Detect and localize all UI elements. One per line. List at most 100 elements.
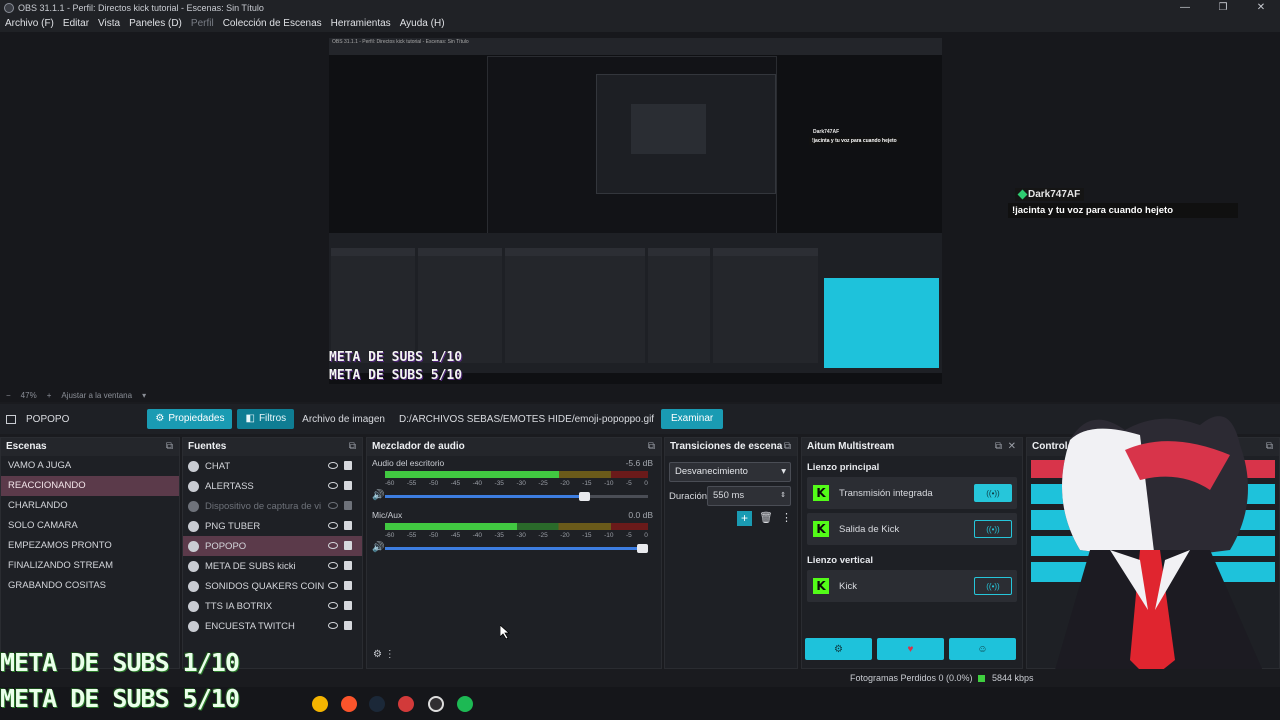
browser-source-icon <box>188 460 199 472</box>
lock-icon[interactable] <box>344 561 352 570</box>
dock-float-icon[interactable]: ⧉ <box>995 438 1002 456</box>
zoom-fit-select[interactable]: Ajustar a la ventana <box>61 391 132 400</box>
volume-knob[interactable] <box>579 492 591 501</box>
dock-float-icon[interactable]: ⧉ <box>648 438 655 456</box>
source-item[interactable]: SONIDOS QUAKERS COIN <box>183 576 362 596</box>
source-item[interactable]: CHAT <box>183 456 362 476</box>
eye-hidden-icon[interactable] <box>328 502 338 509</box>
multistream-discord-button[interactable]: ☺ <box>949 638 1016 660</box>
transition-select[interactable]: Desvanecimiento ▾ <box>669 462 791 482</box>
eye-icon[interactable] <box>328 542 338 549</box>
tick: -35 <box>494 532 504 539</box>
speaker-icon[interactable]: 🔊 <box>372 542 384 553</box>
menu-vista[interactable]: Vista <box>98 18 120 29</box>
source-item[interactable]: Dispositivo de captura de vi <box>183 496 362 516</box>
eye-icon[interactable] <box>328 462 338 469</box>
steam-icon[interactable] <box>369 696 385 712</box>
properties-button[interactable]: ⚙ Propiedades <box>147 409 233 429</box>
filters-button[interactable]: ◧ Filtros <box>237 409 295 429</box>
scene-item[interactable]: VAMO A JUGA <box>1 456 179 476</box>
maximize-button[interactable]: ❐ <box>1204 0 1242 15</box>
program-preview[interactable]: OBS 31.1.1 - Perfil: Directos kick tutor… <box>329 38 942 384</box>
source-item[interactable]: ALERTASS <box>183 476 362 496</box>
more-icon[interactable]: ⋮ <box>781 511 792 524</box>
file-path[interactable]: D:/ARCHIVOS SEBAS/EMOTES HIDE/emoji-popo… <box>399 414 661 425</box>
menu-herramientas[interactable]: Herramientas <box>331 18 391 29</box>
stream-toggle-button[interactable]: ((•)) <box>974 520 1012 538</box>
trash-icon[interactable]: 🗑 <box>759 511 773 524</box>
kick-icon: K <box>813 521 829 537</box>
zoom-out-button[interactable]: − <box>6 391 11 400</box>
lock-icon[interactable] <box>344 541 352 550</box>
source-item[interactable]: TTS IA BOTRIX <box>183 596 362 616</box>
volume-slider[interactable] <box>385 544 648 553</box>
zoom-in-button[interactable]: + <box>47 391 52 400</box>
nested-chat-user: Dark747AF <box>813 129 840 135</box>
stream-toggle-button[interactable]: ((•)) <box>974 577 1012 595</box>
volume-slider[interactable] <box>385 492 648 501</box>
nested-meta-2: META DE SUBS 5/10 <box>329 368 463 383</box>
menu-coleccion[interactable]: Colección de Escenas <box>223 18 322 29</box>
multistream-donate-button[interactable]: ♥ <box>877 638 944 660</box>
lock-icon[interactable] <box>344 461 352 470</box>
lock-icon[interactable] <box>344 621 352 630</box>
source-item[interactable]: ENCUESTA TWITCH <box>183 616 362 636</box>
spin-icon[interactable]: ⇕ <box>780 487 786 505</box>
app-icon[interactable] <box>398 696 414 712</box>
eye-icon[interactable] <box>328 602 338 609</box>
scene-item[interactable]: SOLO CAMARA <box>1 516 179 536</box>
source-item[interactable]: PNG TUBER <box>183 516 362 536</box>
eye-icon[interactable] <box>328 482 338 489</box>
menu-ayuda[interactable]: Ayuda (H) <box>400 18 445 29</box>
chevron-down-icon[interactable]: ▾ <box>142 391 146 400</box>
menu-archivo[interactable]: Archivo (F) <box>5 18 54 29</box>
chrome-icon[interactable] <box>312 696 328 712</box>
multistream-dock: Aitum Multistream ⧉ ✕ Lienzo principal K Tr… <box>801 437 1023 669</box>
volume-knob[interactable] <box>637 544 648 553</box>
eye-icon[interactable] <box>328 522 338 529</box>
lock-icon[interactable] <box>344 481 352 490</box>
stream-toggle-button[interactable]: ((•)) <box>974 484 1012 502</box>
menu-paneles[interactable]: Paneles (D) <box>129 18 182 29</box>
lock-icon[interactable] <box>344 581 352 590</box>
scene-item[interactable]: EMPEZAMOS PRONTO <box>1 536 179 556</box>
source-label: Dispositivo de captura de vi <box>205 500 322 512</box>
scene-item[interactable]: FINALIZANDO STREAM <box>1 556 179 576</box>
source-item[interactable]: META DE SUBS kicki <box>183 556 362 576</box>
meter-ticks: -60 -55 -50 -45 -40 -35 -30 -25 -20 -15 -10 -5 0 <box>385 480 648 487</box>
vertical-canvas-label: Lienzo vertical <box>807 555 873 566</box>
eye-icon[interactable] <box>328 562 338 569</box>
kick-icon: K <box>813 578 829 594</box>
speaker-icon[interactable]: 🔊 <box>372 490 384 501</box>
lock-icon[interactable] <box>344 501 352 510</box>
source-label: ENCUESTA TWITCH <box>205 620 295 632</box>
level-meter <box>385 471 648 478</box>
tick: -50 <box>428 532 439 539</box>
multistream-settings-button[interactable]: ⚙ <box>805 638 872 660</box>
browse-button[interactable]: Examinar <box>661 409 724 429</box>
menu-editar[interactable]: Editar <box>63 18 89 29</box>
lock-icon[interactable] <box>344 601 352 610</box>
level-meter-fill <box>385 471 559 478</box>
spotify-icon[interactable] <box>457 696 473 712</box>
scene-item[interactable]: GRABANDO COSITAS <box>1 576 179 596</box>
scene-item-selected[interactable]: REACCIONANDO <box>1 476 179 496</box>
brave-icon[interactable] <box>341 696 357 712</box>
eye-icon[interactable] <box>328 622 338 629</box>
eye-icon[interactable] <box>328 582 338 589</box>
nested-title: OBS 31.1.1 - Perfil: Directos kick tutor… <box>329 38 942 47</box>
close-button[interactable]: ✕ <box>1242 0 1280 15</box>
lock-icon[interactable] <box>344 521 352 530</box>
add-transition-icon[interactable]: + <box>737 511 752 526</box>
menu-perfil[interactable]: Perfil <box>191 18 214 29</box>
dock-float-icon[interactable]: ⧉ <box>784 438 791 456</box>
close-icon[interactable]: ✕ <box>1008 438 1016 456</box>
obs-taskbar-icon[interactable] <box>428 696 444 712</box>
dock-float-icon[interactable]: ⧉ <box>349 438 356 456</box>
scene-item[interactable]: CHARLANDO <box>1 496 179 516</box>
minimize-button[interactable]: — <box>1166 0 1204 15</box>
mixer-settings-icon[interactable]: ⚙ ⋮ <box>373 649 395 660</box>
source-item-selected[interactable]: POPOPO <box>183 536 362 556</box>
duration-input[interactable]: 550 ms ⇕ <box>707 486 791 506</box>
dock-float-icon[interactable]: ⧉ <box>166 438 173 456</box>
